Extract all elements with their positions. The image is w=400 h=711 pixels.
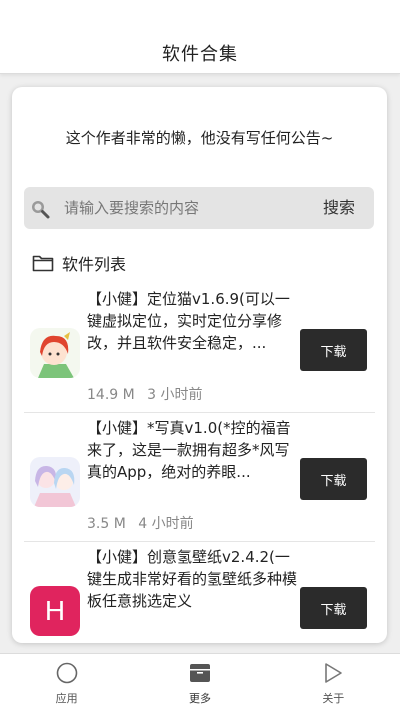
page-title: 软件合集 — [162, 44, 238, 65]
download-button[interactable]: 下载 — [300, 458, 367, 500]
tab-about[interactable]: 关于 — [267, 654, 400, 711]
bottom-tab-bar: 应用 更多 关于 — [0, 653, 400, 711]
app-title: 【小健】创意氢壁纸v2.4.2(一键生成非常好看的氢壁纸多种模板任意挑选定义 — [87, 548, 298, 610]
list-item[interactable]: 【小健】定位猫v1.6.9(可以一键虚拟定位，实时定位分享修改，并且软件安全稳定… — [24, 284, 375, 413]
download-button[interactable]: 下载 — [300, 329, 367, 371]
notice-text: 这个作者非常的懒，他没有写任何公告~ — [65, 129, 334, 147]
app-meta: 14.9 M 3 小时前 — [87, 384, 203, 404]
anime-red-hair-icon — [30, 328, 80, 378]
circle-icon — [56, 662, 77, 684]
app-title: 【小健】定位猫v1.6.9(可以一键虚拟定位，实时定位分享修改，并且软件安全稳定… — [87, 290, 290, 352]
list-item[interactable]: H 【小健】创意氢壁纸v2.4.2(一键生成非常好看的氢壁纸多种模板任意挑选定义… — [24, 542, 375, 643]
app-title: 【小健】*写真v1.0(*控的福音来了，这是一款拥有超多*风写真的App，绝对的… — [87, 419, 291, 481]
play-icon — [325, 663, 343, 683]
list-item[interactable]: 【小健】*写真v1.0(*控的福音来了，这是一款拥有超多*风写真的App，绝对的… — [24, 413, 375, 542]
search-bar: 搜索 — [24, 187, 374, 229]
app-size: 3.5 M — [87, 516, 126, 532]
app-size: 14.9 M — [87, 387, 135, 403]
tab-label: 应用 — [55, 692, 78, 705]
box-icon — [189, 664, 210, 682]
tab-more[interactable]: 更多 — [133, 654, 266, 711]
app-meta: 3.5 M 4 小时前 — [87, 513, 194, 533]
section-header: 软件列表 — [32, 251, 126, 275]
tab-label: 关于 — [322, 692, 345, 705]
tab-apps[interactable]: 应用 — [0, 654, 133, 711]
section-title: 软件列表 — [62, 255, 127, 274]
content-card: 这个作者非常的懒，他没有写任何公告~ 搜索 软件列表 — [12, 87, 387, 643]
search-icon — [32, 201, 50, 219]
app-list: 【小健】定位猫v1.6.9(可以一键虚拟定位，实时定位分享修改，并且软件安全稳定… — [12, 284, 387, 643]
search-button[interactable]: 搜索 — [304, 193, 374, 223]
app-time: 4 小时前 — [138, 516, 194, 532]
app-time: 3 小时前 — [147, 387, 203, 403]
tab-label: 更多 — [188, 692, 211, 705]
search-input[interactable] — [64, 187, 294, 229]
header-bar: 软件合集 — [0, 0, 400, 74]
letter-h-icon: H — [30, 586, 80, 636]
folder-icon — [32, 255, 54, 272]
anime-girls-icon — [30, 457, 80, 507]
download-button[interactable]: 下载 — [300, 587, 367, 629]
svg-text:H: H — [45, 595, 65, 626]
